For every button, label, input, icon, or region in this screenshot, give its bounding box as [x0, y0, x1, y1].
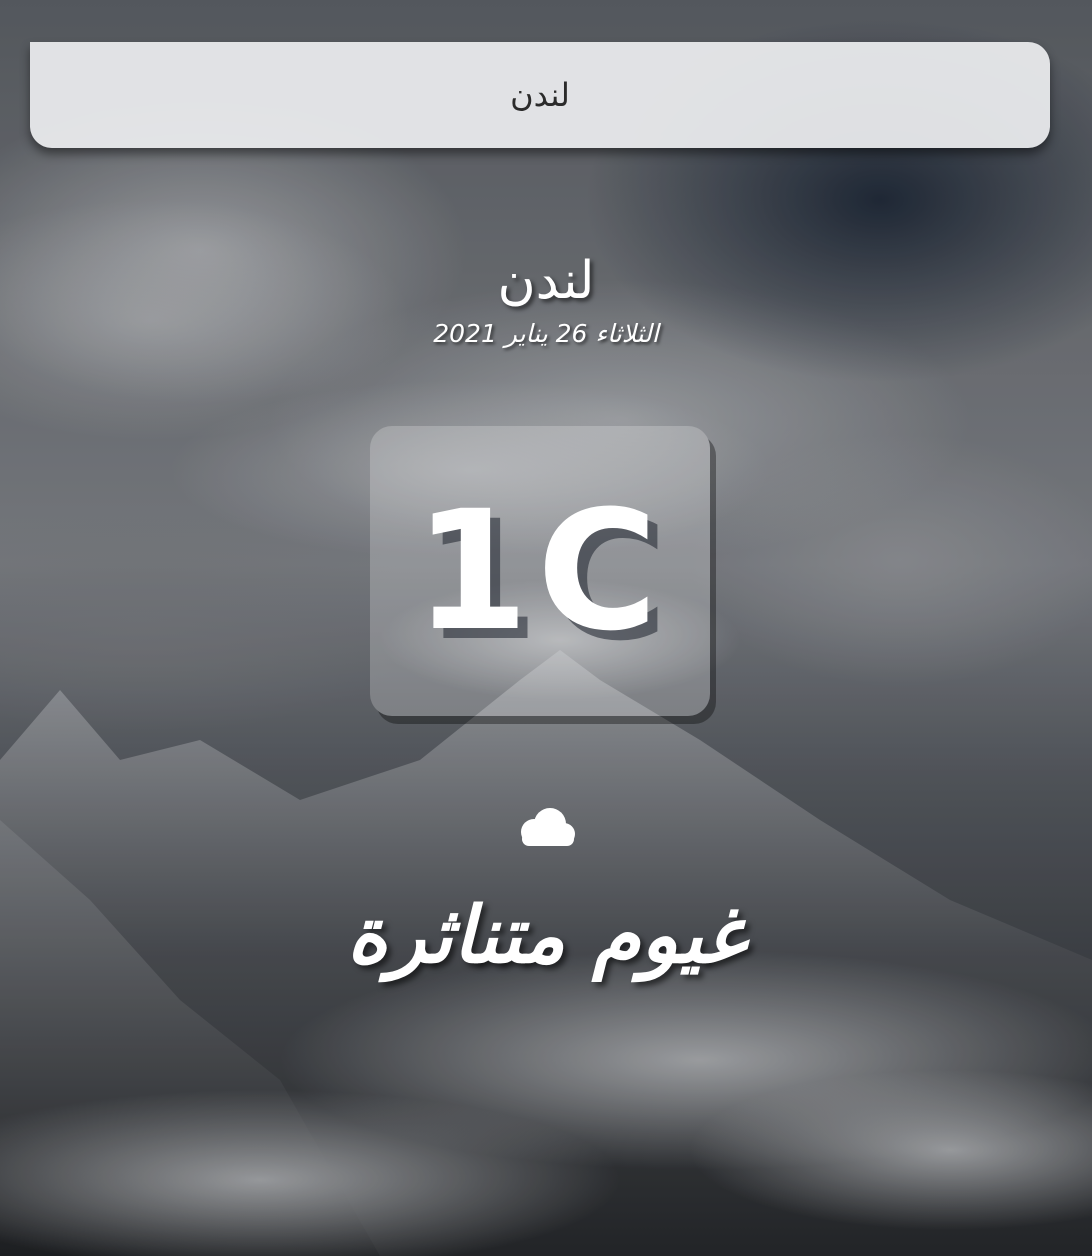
search-bar [30, 42, 1050, 148]
current-date: الثلاثاء 26 يناير 2021 [433, 319, 659, 348]
weather-condition-block: غيوم متناثرة [0, 800, 1092, 986]
search-input[interactable] [30, 42, 1050, 148]
temperature-value: 1C [414, 474, 666, 667]
cloud-icon [521, 808, 575, 846]
city-name: لندن [497, 251, 595, 311]
location-block: لندن الثلاثاء 26 يناير 2021 [0, 246, 1092, 352]
weather-description: غيوم متناثرة [346, 891, 746, 981]
temperature-card: 1C [370, 426, 710, 716]
